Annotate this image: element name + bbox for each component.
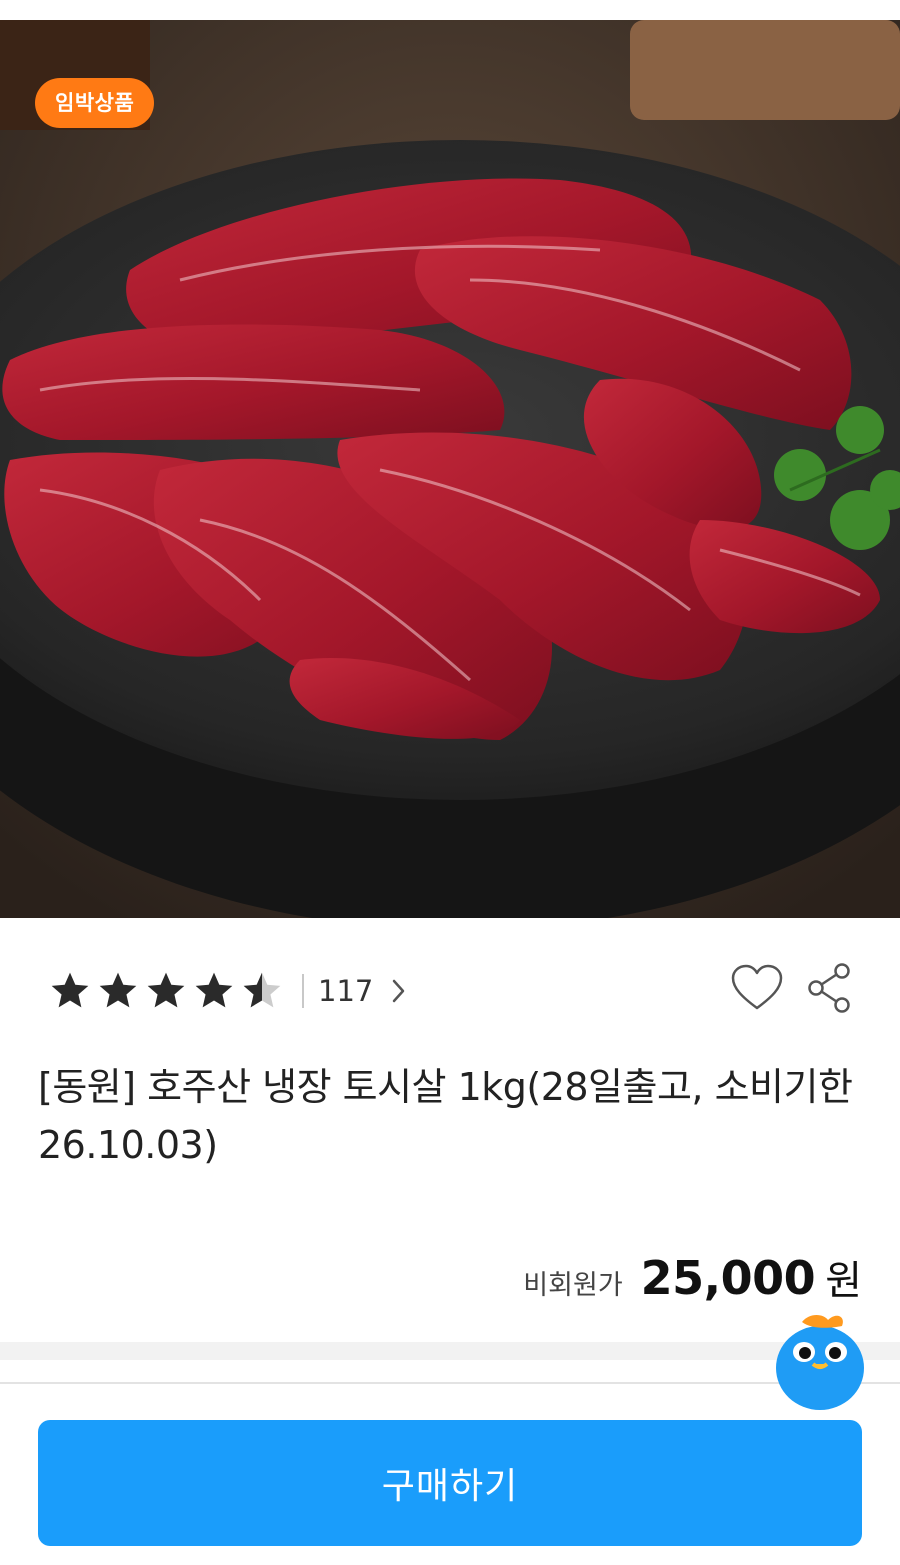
chevron-right-icon[interactable]: [391, 977, 407, 1005]
product-photo: [0, 20, 900, 918]
rating-row[interactable]: 117: [48, 965, 407, 1017]
buy-button[interactable]: 구매하기: [38, 1420, 862, 1546]
half-star-icon: [240, 969, 284, 1013]
price-label: 비회원가: [523, 1270, 623, 1301]
star-icon: [48, 969, 92, 1013]
product-page: 임박상품 117 [동원] 호주산 냉장 토시살 1kg(28일출고, 소비기한…: [0, 0, 900, 1565]
product-actions: [730, 962, 852, 1014]
star-icon: [96, 969, 140, 1013]
price-unit: 원: [825, 1258, 862, 1304]
star-rating: [48, 969, 284, 1013]
price-row: 비회원가 25,000 원: [523, 1248, 862, 1306]
imminent-product-badge: 임박상품: [35, 78, 155, 128]
product-title: [동원] 호주산 냉장 토시살 1kg(28일출고, 소비기한26.10.03): [38, 1065, 853, 1167]
share-icon[interactable]: [806, 962, 852, 1014]
heart-icon[interactable]: [730, 963, 784, 1013]
review-count[interactable]: 117: [318, 974, 373, 1008]
product-image[interactable]: 임박상품: [0, 20, 900, 918]
mascot-icon: [776, 1315, 864, 1410]
star-icon: [144, 969, 188, 1013]
section-divider: [0, 1342, 900, 1360]
price-value: 25,000: [640, 1251, 816, 1305]
chatbot-mascot-button[interactable]: [772, 1308, 868, 1412]
rating-divider: [302, 974, 304, 1008]
bottom-bar-divider: [0, 1382, 900, 1384]
star-icon: [192, 969, 236, 1013]
